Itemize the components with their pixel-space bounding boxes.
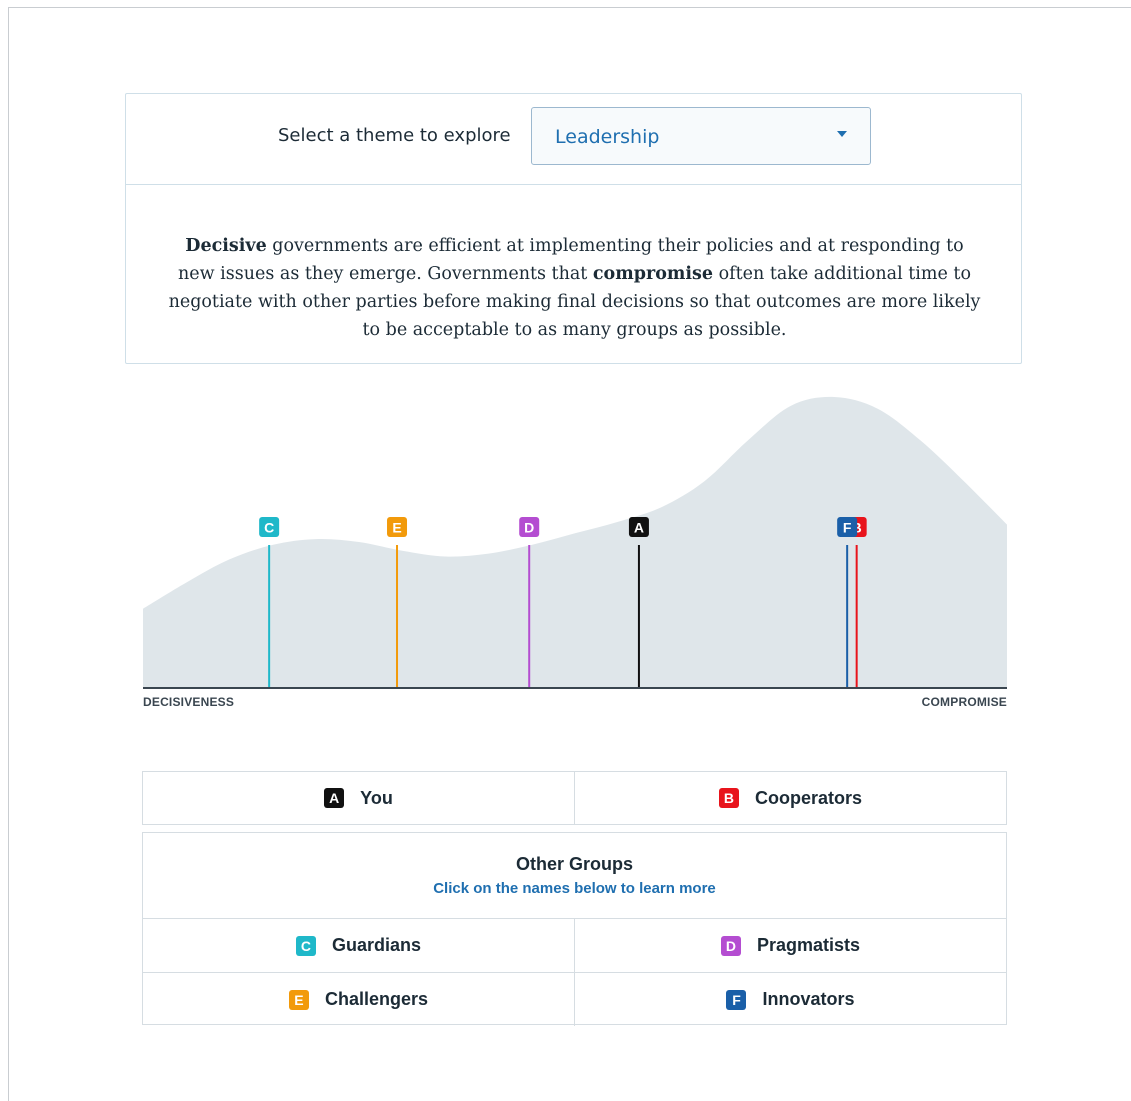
frame-border-top <box>8 7 1131 8</box>
legend-you: A You <box>143 772 574 824</box>
group-label: Pragmatists <box>756 935 861 955</box>
group-label: Challengers <box>324 989 429 1009</box>
theme-select-dropdown[interactable]: Leadership <box>531 107 871 165</box>
marker-letter: D <box>524 520 534 536</box>
badge-c-icon: C <box>295 935 316 956</box>
group-label: Innovators <box>762 989 855 1009</box>
theme-card: Select a theme to explore Leadership Dec… <box>125 93 1022 364</box>
frame-border-left <box>8 7 9 1101</box>
theme-header: Select a theme to explore Leadership <box>126 94 1021 185</box>
axis-label-right: COMPROMISE <box>921 695 1007 709</box>
theme-description: Decisive governments are efficient at im… <box>166 232 983 344</box>
badge-b-icon: B <box>718 788 739 808</box>
badge-d-icon: D <box>720 935 741 956</box>
legend-row: A You B Cooperators <box>142 771 1007 825</box>
badge-f-icon: F <box>726 989 747 1010</box>
other-groups-panel: Other Groups Click on the names below to… <box>142 832 1007 1026</box>
marker-letter: A <box>634 520 644 536</box>
distribution-chart: CEDABF DECISIVENESS COMPROMISE <box>143 395 1007 715</box>
other-groups-title: Other Groups <box>515 854 633 874</box>
marker-letter: C <box>264 520 274 536</box>
legend-you-label: You <box>360 787 393 808</box>
other-groups-row: C Guardians D Pragmatists <box>143 919 1006 972</box>
legend-party: B Cooperators <box>574 772 1006 824</box>
term-decisive: Decisive <box>185 235 267 256</box>
other-groups-grid: C Guardians D Pragmatists E Challengers … <box>143 919 1006 1026</box>
group-link-guardians[interactable]: C Guardians <box>143 919 574 972</box>
term-compromise: compromise <box>592 263 714 284</box>
badge-e-icon: E <box>288 989 309 1010</box>
distribution-chart-svg: CEDABF <box>143 396 1007 689</box>
group-link-pragmatists[interactable]: D Pragmatists <box>574 919 1006 972</box>
axis-label-left: DECISIVENESS <box>143 695 235 709</box>
theme-select-label: Select a theme to explore <box>278 125 511 146</box>
group-link-innovators[interactable]: F Innovators <box>574 973 1006 1026</box>
legend-party-label: Cooperators <box>754 787 862 808</box>
marker-letter: F <box>843 520 852 536</box>
other-groups-row: E Challengers F Innovators <box>143 972 1006 1026</box>
caret-down-icon <box>837 131 847 137</box>
badge-a-icon: A <box>324 788 345 808</box>
marker-letter: E <box>392 520 401 536</box>
group-link-challengers[interactable]: E Challengers <box>143 973 574 1026</box>
other-groups-subtitle: Click on the names below to learn more <box>433 880 716 897</box>
distribution-area <box>143 396 1007 687</box>
other-groups-header: Other Groups Click on the names below to… <box>143 833 1006 919</box>
theme-select-value: Leadership <box>555 126 660 148</box>
group-label: Guardians <box>331 935 422 955</box>
